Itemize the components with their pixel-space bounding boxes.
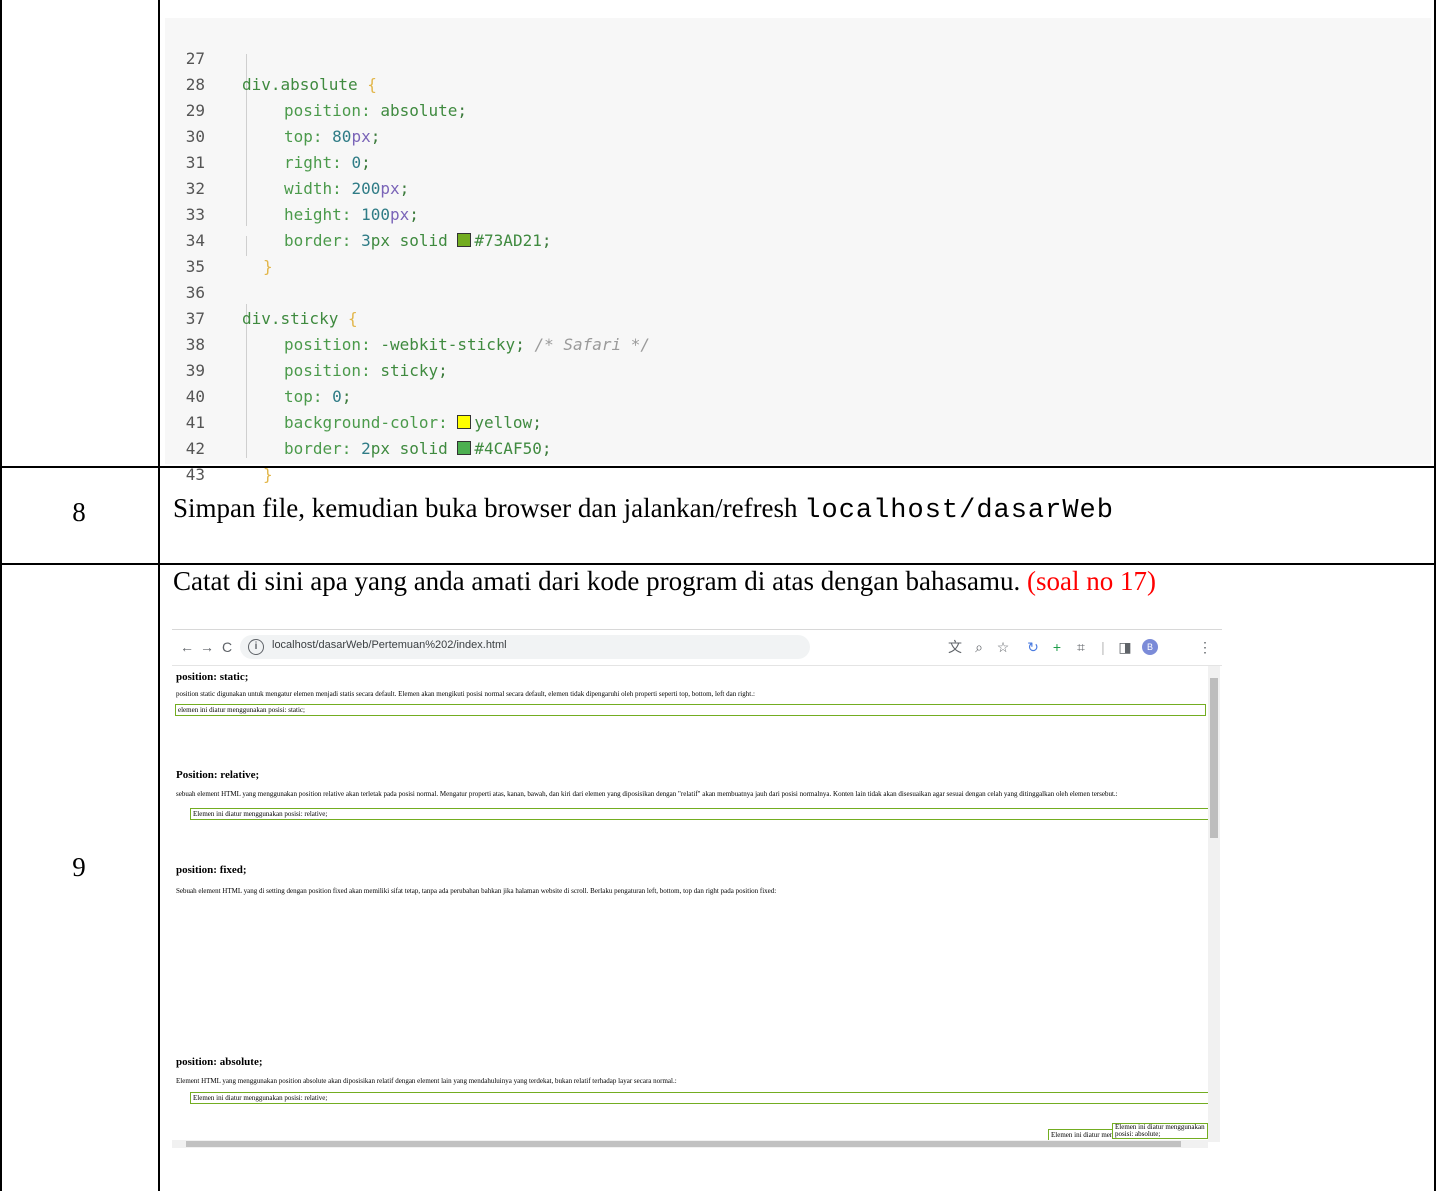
static-box: elemen ini diatur menggunakan posisi: st… [175,704,1206,716]
code-block: 27 div.absolute { 28 position: absolute;… [165,18,1431,484]
code-line: 34 } [165,202,1431,276]
web-page: position: static; position static diguna… [172,666,1210,1142]
line-number: 43 [185,465,205,484]
question-lead: Catat di sini apa yang anda amati dari k… [173,566,1027,596]
code-line: 40 background-color: yellow; [165,358,1431,432]
question-ref: (soal no 17) [1026,566,1156,596]
code-line: 31 width: 200px; [165,124,1431,198]
relative-box: Elemen ini diatur menggunakan posisi: re… [190,808,1210,820]
vertical-scrollbar[interactable] [1208,666,1220,1142]
scrollbar-thumb[interactable] [186,1141,1181,1147]
forward-arrow-icon[interactable]: → [198,638,216,656]
code-line: 28 position: absolute; [165,46,1431,120]
browser-toolbar: ← → C i localhost/dasarWeb/Pertemuan%202… [172,630,1222,666]
code-line: 30 right: 0; [165,98,1431,172]
code-line: 41 border: 2px solid #4CAF50; [165,384,1431,458]
absolute-box: Elemen ini diatur menggunakan posisi: ab… [1112,1123,1208,1139]
code-line: 35 [165,228,1431,276]
heading-static: position: static; [176,671,249,683]
bookmark-star-icon[interactable]: ☆ [994,638,1012,656]
zoom-icon[interactable]: ⌕ [970,638,988,656]
translate-icon[interactable]: 文 [946,638,964,656]
paragraph-relative: sebuah element HTML yang menggunakan pos… [176,790,1118,798]
back-arrow-icon[interactable]: ← [178,638,196,656]
question-text: Catat di sini apa yang anda amati dari k… [173,566,1156,597]
brace: } [263,465,273,484]
code-line: 38 position: sticky; [165,306,1431,380]
absolute-relative-box: Elemen ini diatur menggunakan posisi: re… [190,1092,1210,1104]
horizontal-scrollbar[interactable] [172,1140,1208,1148]
code-line: 27 div.absolute { [165,20,1431,94]
code-line: 33 border: 3px solid #73AD21; [165,176,1431,250]
paragraph-absolute: Element HTML yang menggunakan position a… [176,1077,677,1085]
table-row-divider [0,466,1436,468]
code-line: 32 height: 100px; [165,150,1431,224]
paragraph-fixed: Sebuah element HTML yang di setting deng… [176,887,777,895]
avatar[interactable]: B [1142,639,1158,655]
table-border-left [0,0,2,1191]
toolbar-divider: | [1101,639,1105,655]
scrollbar-thumb[interactable] [1210,678,1218,838]
row-number: 9 [72,852,86,882]
browser-screenshot: ← → C i localhost/dasarWeb/Pertemuan%202… [172,629,1222,1150]
menu-kebab-icon[interactable]: ⋮ [1196,638,1214,656]
instruction-lead: Simpan file, kemudian buka browser dan j… [173,493,805,523]
reload-icon[interactable]: C [218,638,236,656]
side-panel-icon[interactable]: ◨ [1116,638,1134,656]
heading-fixed: position: fixed; [176,864,247,876]
plus-extension-icon[interactable]: + [1048,638,1066,656]
address-url[interactable]: localhost/dasarWeb/Pertemuan%202/index.h… [272,639,507,651]
heading-absolute: position: absolute; [176,1056,263,1068]
table-row-divider [0,563,1436,565]
instruction-text: Simpan file, kemudian buka browser dan j… [173,493,1114,526]
extension-icon[interactable]: ↻ [1024,638,1042,656]
code-line: 39 top: 0; [165,332,1431,406]
code-line: 29 top: 80px; [165,72,1431,146]
paragraph-static: position static digunakan untuk mengatur… [176,690,755,698]
site-info-icon[interactable]: i [248,639,264,655]
code-line: 43 [165,436,1431,484]
table-column-divider [158,0,160,1191]
address-bar[interactable]: i localhost/dasarWeb/Pertemuan%202/index… [240,635,810,659]
code-line: 42 } [165,410,1431,484]
puzzle-icon[interactable]: ⌗ [1072,638,1090,656]
heading-relative: Position: relative; [176,769,260,781]
code-line: 37 position: -webkit-sticky; /* Safari *… [165,280,1431,354]
instruction-url: localhost/dasarWeb [804,496,1114,526]
code-line: 36 div.sticky { [165,254,1431,328]
row-number: 8 [72,497,86,527]
